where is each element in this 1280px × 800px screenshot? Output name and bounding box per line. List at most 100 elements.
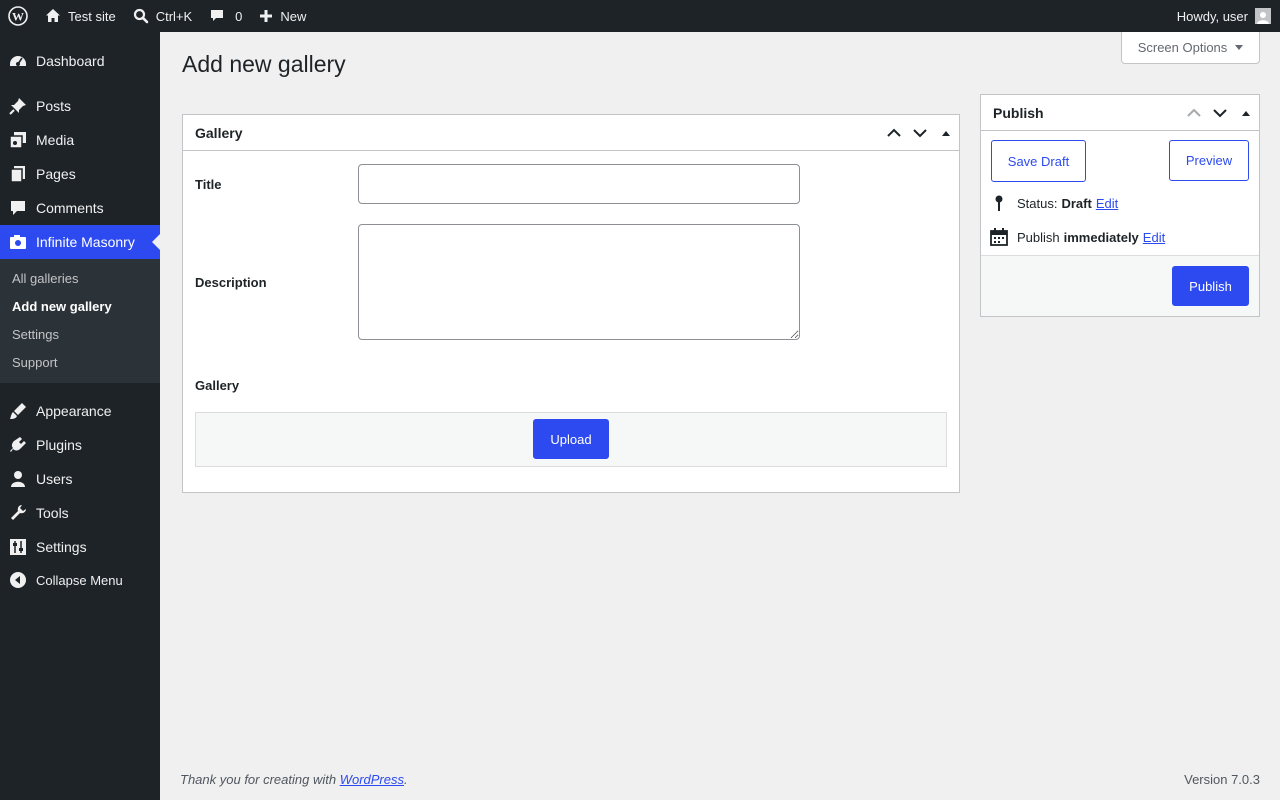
publish-metabox: Publish Save Draft Preview Status: Draft… [980,94,1260,317]
preview-button[interactable]: Preview [1169,140,1249,181]
media-icon [0,130,36,150]
gallery-metabox-header: Gallery [183,115,959,151]
new-label: New [280,8,307,24]
triangle-up-icon [942,130,950,136]
sidebar-item-label: Pages [36,166,76,182]
sidebar-item-label: Settings [36,539,87,555]
edit-schedule-link[interactable]: Edit [1143,230,1165,245]
publish-button[interactable]: Publish [1172,266,1249,306]
sidebar-item-label: Appearance [36,403,112,419]
sidebar-item-tools[interactable]: Tools [0,496,160,530]
submenu-item-support[interactable]: Support [12,355,58,370]
description-label: Description [195,275,267,290]
move-down-button[interactable] [907,115,933,151]
screen-options-label: Screen Options [1137,40,1228,55]
publish-metabox-header: Publish [981,95,1259,131]
infinite-masonry-submenu: All galleries Add new gallery Settings S… [0,259,160,383]
dashboard-icon [0,51,36,71]
sidebar-item-label: Infinite Masonry [36,234,135,250]
submenu-item-settings[interactable]: Settings [12,327,59,342]
toggle-panel-button[interactable] [1233,95,1259,131]
chevron-down-icon [1213,109,1227,118]
sidebar-item-pages[interactable]: Pages [0,157,160,191]
toggle-panel-button[interactable] [933,115,959,151]
comments-count: 0 [235,8,243,24]
chevron-up-icon [887,128,901,137]
home-icon [46,9,60,22]
upload-button[interactable]: Upload [533,419,609,459]
collapse-menu-label: Collapse Menu [36,572,123,588]
chevron-down-icon [1235,45,1244,50]
sidebar-item-label: Tools [36,505,69,521]
plug-icon [0,435,36,455]
publish-when: immediately [1063,229,1139,245]
user-icon [0,469,36,489]
collapse-icon [0,571,36,589]
calendar-icon [990,228,1008,246]
move-down-button[interactable] [1207,95,1233,131]
screen-options-button[interactable]: Screen Options [1121,32,1260,64]
chevron-up-icon [1187,108,1201,117]
pin-icon [995,195,1003,211]
plus-icon [260,10,273,22]
gallery-metabox: Gallery Title Description Gallery Upload [182,114,960,493]
comment-icon [0,198,36,218]
wrench-icon [0,503,36,523]
sidebar-item-label: Media [36,132,75,148]
sidebar-item-appearance[interactable]: Appearance [0,394,160,428]
sidebar-item-dashboard[interactable]: Dashboard [0,44,160,78]
wordpress-logo-button[interactable]: W [0,0,36,32]
move-up-button[interactable] [1181,95,1207,131]
gallery-label: Gallery [195,378,240,393]
sidebar-item-settings[interactable]: Settings [0,530,160,564]
sidebar-item-label: Dashboard [36,53,105,69]
sidebar-item-plugins[interactable]: Plugins [0,428,160,462]
publishing-actions: Publish [981,255,1259,316]
title-input[interactable] [358,164,800,204]
sidebar-item-infinite-masonry[interactable]: Infinite Masonry [0,225,160,259]
sidebar-item-users[interactable]: Users [0,462,160,496]
sidebar-item-posts[interactable]: Posts [0,89,160,123]
avatar-silhouette-icon [1257,12,1269,24]
footer-version: Version 7.0.3 [1184,772,1260,787]
footer-thanks: Thank you for creating with WordPress. [180,772,408,787]
new-content-button[interactable]: New [250,0,314,32]
status-value: Draft [1061,195,1092,211]
submenu-item-all-galleries[interactable]: All galleries [12,271,78,286]
description-textarea[interactable] [358,224,800,340]
submenu-item-add-new-gallery[interactable]: Add new gallery [12,299,112,314]
wordpress-link[interactable]: WordPress [340,772,404,787]
wordpress-logo-icon: W [8,6,28,26]
sidebar-item-label: Plugins [36,437,82,453]
sidebar-item-label: Comments [36,200,104,216]
my-account-menu[interactable]: Howdy, user [1177,0,1280,32]
publish-metabox-title: Publish [993,104,1044,121]
title-label: Title [195,177,222,192]
site-name-link[interactable]: Test site [36,0,124,32]
footer-thanks-text: Thank you for creating with [180,772,340,787]
site-name: Test site [68,8,116,24]
comment-icon [211,10,224,21]
gallery-metabox-title: Gallery [195,124,243,141]
page-title: Add new gallery [182,51,346,77]
search-shortcut-button[interactable]: Ctrl+K [124,0,200,32]
svg-text:W: W [12,10,24,24]
publish-schedule-row: Publish immediately Edit [989,228,1165,246]
status-row: Status: Draft Edit [989,194,1118,212]
comments-link[interactable]: 0 [200,0,250,32]
sidebar-item-media[interactable]: Media [0,123,160,157]
search-shortcut-label: Ctrl+K [155,8,193,24]
camera-icon [0,232,36,252]
admin-bar: W Test site Ctrl+K 0 New Howdy, user [0,0,1280,32]
edit-status-link[interactable]: Edit [1096,196,1118,211]
status-label: Status: [1017,195,1058,211]
collapse-menu-button[interactable]: Collapse Menu [0,563,160,597]
avatar [1255,8,1271,24]
sidebar-item-label: Users [36,471,73,487]
sidebar-item-label: Posts [36,98,72,114]
sidebar-item-comments[interactable]: Comments [0,191,160,225]
triangle-up-icon [1242,110,1250,116]
move-up-button[interactable] [881,115,907,151]
footer-period: . [404,772,408,787]
save-draft-button[interactable]: Save Draft [991,140,1086,182]
